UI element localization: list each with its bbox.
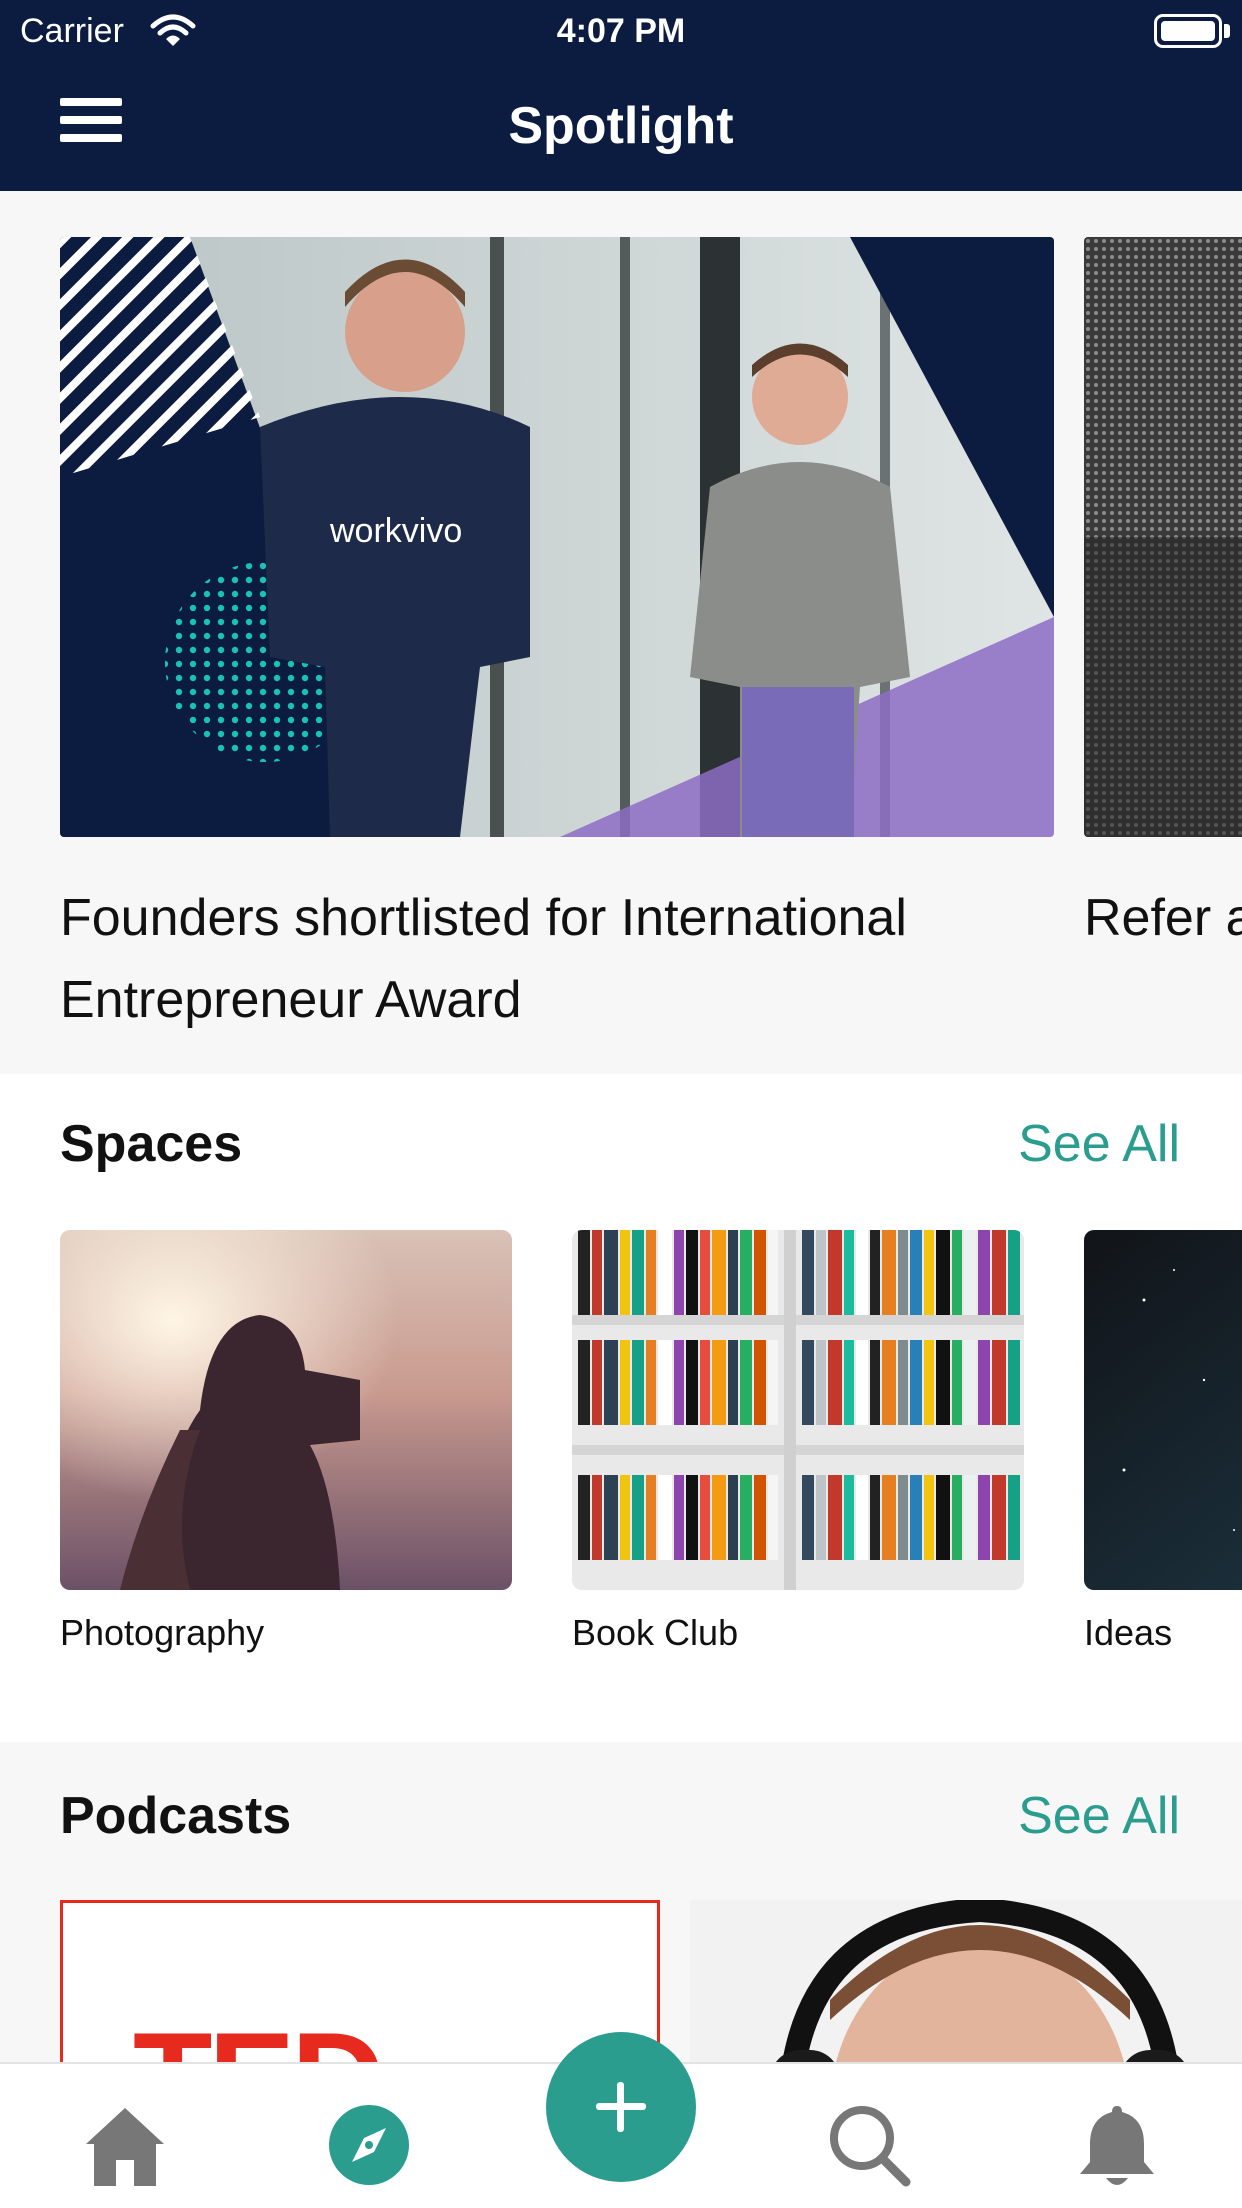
podcasts-see-all-link[interactable]: See All	[1018, 1786, 1180, 1846]
space-image	[60, 1230, 512, 1590]
search-icon	[830, 2106, 911, 2187]
status-time: 4:07 PM	[556, 12, 686, 50]
shirt-logo-text: workvivo	[329, 512, 462, 550]
tab-home[interactable]	[80, 2100, 170, 2190]
space-image	[1084, 1230, 1242, 1590]
tab-notifications[interactable]	[1072, 2100, 1162, 2190]
bookshelf-photo	[572, 1230, 1024, 1590]
photographer-photo	[60, 1230, 512, 1590]
app-header: Carrier 4:07 PM Spotlight	[0, 0, 1242, 191]
featured-image: workvivo	[60, 237, 1054, 837]
spaces-title: Spaces	[60, 1115, 243, 1173]
featured-title: Refer a	[1084, 889, 1242, 947]
tab-explore[interactable]	[324, 2100, 414, 2190]
page-title: Spotlight	[508, 97, 734, 155]
space-card-ideas[interactable]: Ideas	[1084, 1230, 1242, 1654]
space-card-book-club[interactable]: Book Club	[572, 1230, 1024, 1654]
space-label: Book Club	[572, 1612, 739, 1653]
founders-photo: workvivo	[60, 237, 1054, 837]
space-label: Ideas	[1084, 1612, 1173, 1653]
night-sky-photo	[1084, 1230, 1242, 1590]
man-headphones-photo	[690, 1900, 1242, 2062]
featured-card[interactable]: workvivo Founders shortlisted for Intern…	[60, 237, 1054, 1041]
featured-image	[1084, 237, 1242, 837]
space-card-photography[interactable]: Photography	[60, 1230, 512, 1654]
battery-tip	[1224, 24, 1230, 38]
featured-carousel[interactable]: workvivo Founders shortlisted for Intern…	[0, 191, 1242, 1074]
bell-icon	[1080, 2106, 1154, 2185]
add-button[interactable]	[546, 2032, 696, 2182]
podcasts-title: Podcasts	[60, 1787, 292, 1845]
featured-card[interactable]: Refer a	[1084, 237, 1242, 959]
podcast-card-headphones[interactable]	[690, 1900, 1242, 2062]
spaces-see-all-link[interactable]: See All	[1018, 1114, 1180, 1174]
featured-title: Founders shortlisted for International E…	[60, 889, 907, 1029]
building-photo	[1084, 237, 1242, 837]
tab-search[interactable]	[824, 2100, 914, 2190]
ted-logo: TED	[133, 2003, 385, 2062]
battery-icon	[1154, 14, 1222, 48]
status-bar: Carrier 4:07 PM	[0, 0, 1242, 60]
home-icon	[86, 2108, 164, 2186]
podcasts-section: Podcasts See All TED	[0, 1742, 1242, 2062]
space-label: Photography	[60, 1612, 265, 1653]
compass-icon	[329, 2105, 409, 2185]
space-image	[572, 1230, 1024, 1590]
spaces-section: Spaces See All Photography Book Club Ide…	[0, 1074, 1242, 1742]
podcast-card-ted[interactable]: TED	[60, 1900, 660, 2062]
